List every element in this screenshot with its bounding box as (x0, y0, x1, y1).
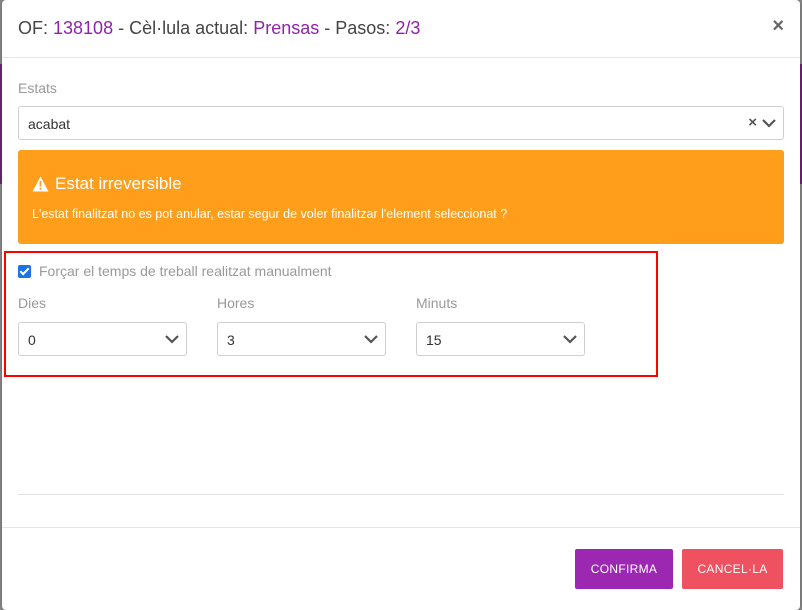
footer-divider (2, 527, 800, 528)
clear-icon[interactable]: × (748, 114, 757, 131)
minutes-select[interactable]: 15 (416, 322, 585, 356)
chevron-down-icon (165, 335, 179, 344)
irreversible-alert: Estat irreversible L'estat finalitzat no… (18, 150, 784, 244)
manual-time-toggle[interactable]: Forçar el temps de treball realitzat man… (18, 263, 332, 279)
title-separator: - (324, 18, 331, 38)
manual-time-checkbox[interactable] (18, 264, 31, 278)
alert-message: L'estat finalitzat no es pot anular, est… (32, 207, 508, 221)
content-divider (18, 494, 784, 495)
chevron-down-icon (563, 335, 577, 344)
warning-icon (32, 176, 49, 192)
cell-value: Prensas (253, 18, 320, 38)
of-label: OF: (18, 18, 48, 38)
state-select[interactable]: acabat × (18, 106, 784, 140)
minutes-label: Minuts (416, 295, 458, 311)
title-separator: - (118, 18, 125, 38)
steps-label: Pasos: (335, 18, 391, 38)
days-select[interactable]: 0 (18, 322, 187, 356)
state-value: acabat (28, 116, 71, 132)
alert-title: Estat irreversible (32, 174, 182, 194)
steps-value: 2/3 (395, 18, 421, 38)
state-label: Estats (18, 80, 57, 96)
manual-time-label: Forçar el temps de treball realitzat man… (39, 263, 332, 279)
modal-header: OF: 138108 - Cèl·lula actual: Prensas - … (2, 0, 800, 58)
cancel-button[interactable]: CANCEL·LA (682, 549, 783, 589)
days-label: Dies (18, 295, 47, 311)
of-value: 138108 (53, 18, 114, 38)
close-button[interactable]: × (772, 16, 784, 36)
days-value: 0 (28, 332, 36, 348)
hours-select[interactable]: 3 (217, 322, 386, 356)
hours-value: 3 (227, 332, 235, 348)
cell-label: Cèl·lula actual: (129, 18, 249, 38)
chevron-down-icon (762, 119, 776, 128)
alert-title-text: Estat irreversible (55, 174, 182, 193)
minutes-value: 15 (426, 332, 442, 348)
hours-label: Hores (217, 295, 255, 311)
finish-state-modal: OF: 138108 - Cèl·lula actual: Prensas - … (2, 0, 800, 610)
chevron-down-icon (364, 335, 378, 344)
modal-title: OF: 138108 - Cèl·lula actual: Prensas - … (18, 18, 420, 39)
confirm-button[interactable]: CONFIRMA (575, 549, 673, 589)
